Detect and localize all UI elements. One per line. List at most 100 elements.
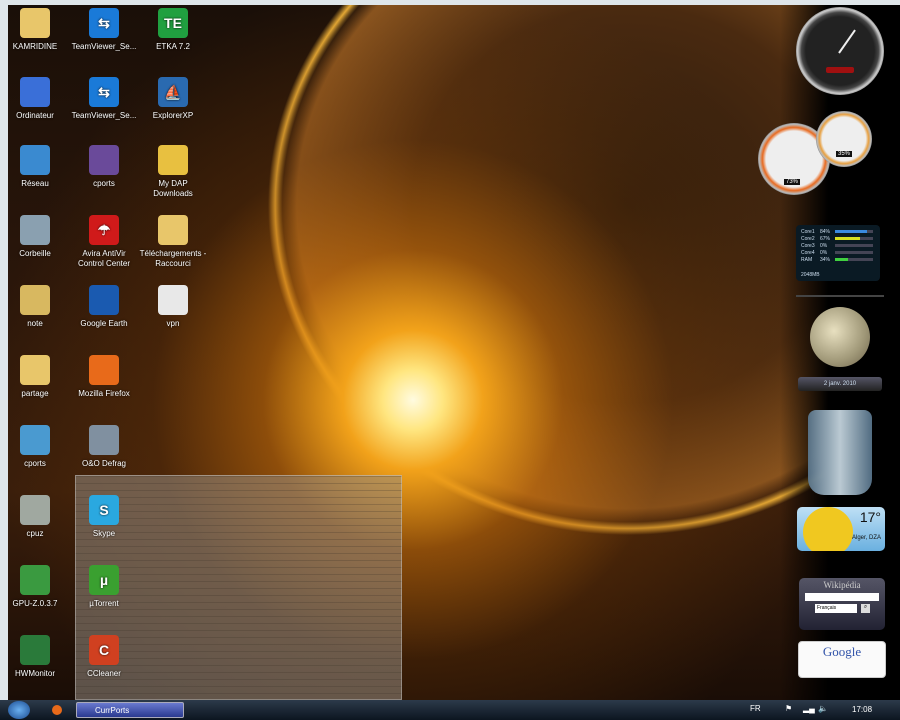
desktop-icon[interactable]: Google Earth [69,285,139,329]
desktop-icon[interactable]: ☂ Avira AntiVir Control Center [69,215,139,269]
desktop-icon-label: Skype [92,529,116,538]
cpu-meter-fill [835,258,848,261]
language-select[interactable]: Français [815,604,857,613]
desktop-icon-label: ETKA 7.2 [156,42,190,51]
google-gadget: Google [798,641,886,678]
moon-image [810,307,870,367]
cpu-meter-label: Core1 [801,228,815,235]
desktop-icon[interactable]: Ordinateur [8,77,70,121]
app-icon [20,565,50,595]
desktop-icon[interactable]: Téléchargements - Raccourci [138,215,208,269]
desktop-icon-label: vpn [166,319,180,328]
desktop-icon-label: Corbeille [19,249,51,258]
app-icon [20,355,50,385]
desktop-icon-label: cports [24,459,46,468]
cpu-meter-memory: 2048MB [801,272,820,278]
cpu-meter-row: RAM 34% [801,256,875,263]
cpu-meter-row: Core4 0% [801,249,875,256]
cpu-meter-value: 0% [820,249,828,256]
memory-gauge-gadget[interactable]: 35% [816,111,872,167]
tray-flag-icon[interactable]: ⚑ [785,704,792,713]
app-icon: ⛵ [158,77,188,107]
desktop-icon-label: Ordinateur [16,111,54,120]
desktop-icon[interactable]: ⛵ ExplorerXP [138,77,208,121]
desktop-icon[interactable]: ⇆ TeamViewer_Se... [69,8,139,52]
app-icon [20,215,50,245]
app-icon: S [89,495,119,525]
cpu-meter-label: Core4 [801,249,815,256]
app-icon: ⇆ [89,8,119,38]
desktop-icon-label: CCleaner [87,669,121,678]
moon-gadget[interactable]: 2 janv. 2010 [796,295,884,395]
cpu-meter-label: Core3 [801,242,815,249]
app-icon [158,285,188,315]
weather-gadget[interactable]: 17° Alger, DZA [797,507,885,551]
firefox-taskbar-icon[interactable] [52,705,62,715]
recycle-bin-gadget[interactable] [808,410,872,495]
desktop-icon[interactable]: Corbeille [8,215,70,259]
app-icon [89,285,119,315]
desktop-icon[interactable]: S Skype [69,495,139,539]
cpu-meter-label: Core2 [801,235,815,242]
desktop-icon-label: µTorrent [89,599,119,608]
desktop-icon-label: Réseau [21,179,49,188]
cpu-meter-row: Core2 67% [801,235,875,242]
cpu-meter-fill [835,230,867,233]
wikipedia-search-button[interactable]: ⌕ [861,604,870,613]
volume-icon[interactable]: 🔈 [818,704,828,713]
cpu-meter-value: 34% [820,256,831,263]
desktop-icon[interactable]: C CCleaner [69,635,139,679]
wikipedia-gadget: Wikipédia Français ⌕ [799,578,885,630]
desktop-icon[interactable]: TE ETKA 7.2 [138,8,208,52]
desktop-icon[interactable]: note [8,285,70,329]
cpu-meter-bar [835,230,873,233]
google-search-input[interactable] [803,664,881,674]
cpu-meter-bar [835,244,873,247]
desktop-icon[interactable]: cports [8,425,70,469]
desktop-icon-label: HWMonitor [14,669,55,678]
app-icon [89,425,119,455]
app-icon [20,425,50,455]
sun-icon [803,507,853,551]
language-indicator[interactable]: FR [750,704,761,713]
desktop-icon-label: ExplorerXP [152,111,194,120]
wikipedia-title: Wikipédia [823,580,861,590]
cpu-meter-value: 67% [820,235,831,242]
desktop-icon[interactable]: cports [69,145,139,189]
cpu-gauge-value: 73% [784,179,801,185]
clock-gadget[interactable] [796,7,884,95]
desktop-icon[interactable]: Réseau [8,145,70,189]
cpu-meter-bar [835,251,873,254]
desktop-icon-label: Mozilla Firefox [78,389,130,398]
desktop-icon[interactable]: HWMonitor [8,635,70,679]
app-icon [20,145,50,175]
desktop-icon[interactable]: partage [8,355,70,399]
start-button[interactable] [8,701,30,719]
desktop-icon-label: O&O Defrag [81,459,126,468]
desktop-icon[interactable]: GPU-Z.0.3.7 [8,565,70,609]
desktop-icon[interactable]: My DAP Downloads [138,145,208,199]
desktop-icon[interactable]: Mozilla Firefox [69,355,139,399]
desktop-icon[interactable]: KAMRIDINE [8,8,70,52]
app-icon: ⇆ [89,77,119,107]
app-icon [89,355,119,385]
taskbar-window-currports[interactable]: CurrPorts [76,702,184,718]
app-icon [89,145,119,175]
network-icon[interactable]: ▂▄ [803,704,815,713]
desktop-icon-label: partage [21,389,49,398]
clock[interactable]: 17:08 [852,705,872,714]
wikipedia-search-input[interactable] [805,593,879,601]
app-icon [20,8,50,38]
desktop-icon[interactable]: ⇆ TeamViewer_Se... [69,77,139,121]
desktop-icon-label: cports [93,179,115,188]
taskbar-window-label: CurrPorts [95,706,130,715]
app-icon [158,145,188,175]
desktop-icon[interactable]: O&O Defrag [69,425,139,469]
app-icon: µ [89,565,119,595]
cpu-meter-gadget[interactable]: Core1 84% Core2 67% Core3 0% Core4 0% RAM 34% 2048… [796,225,880,281]
desktop-icon[interactable]: vpn [138,285,208,329]
app-icon [20,635,50,665]
desktop-icon[interactable]: cpuz [8,495,70,539]
desktop-icon-label: KAMRIDINE [12,42,58,51]
desktop-icon[interactable]: µ µTorrent [69,565,139,609]
